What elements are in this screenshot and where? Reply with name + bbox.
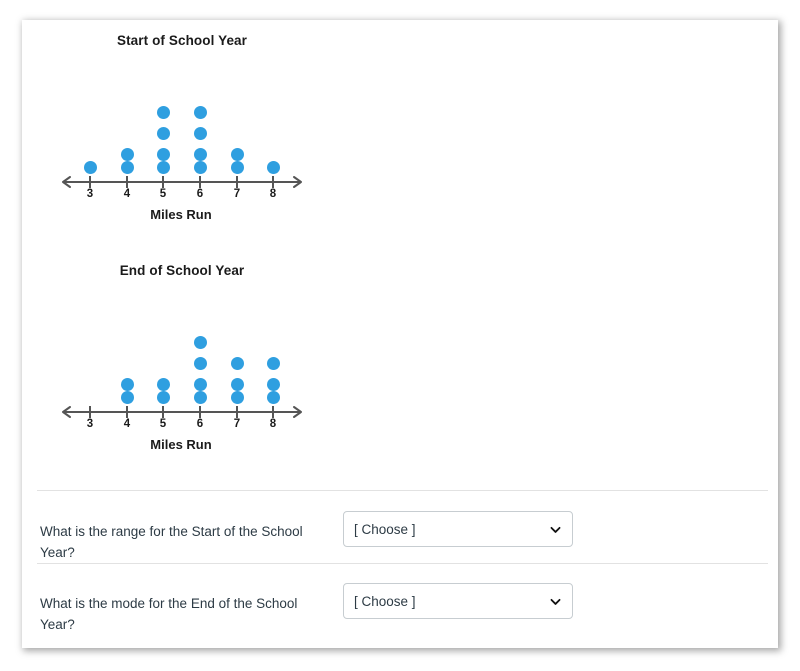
dotplot-dot — [120, 391, 134, 404]
question-prompt: What is the mode for the End of the Scho… — [40, 596, 298, 632]
dotplot-dots-area — [22, 56, 322, 174]
dotplot-column — [151, 98, 175, 174]
dotplot-dot — [120, 148, 134, 161]
dotplot-axis: 3 4 5 6 7 8 — [22, 174, 322, 204]
dotplot-dot — [193, 391, 207, 404]
dotplot-column — [225, 349, 249, 404]
dotplot-dots-area — [22, 286, 322, 404]
axis-tick-label: 4 — [123, 188, 131, 200]
dotplot-dot — [266, 357, 280, 370]
dotplot-dot — [156, 378, 170, 391]
dotplot-title: End of School Year — [119, 263, 245, 278]
dotplot-dot — [266, 161, 280, 174]
axis-tick-label: 5 — [159, 418, 167, 430]
dotplot-dot — [230, 161, 244, 174]
dotplot-x-axis-label: Miles Run — [150, 437, 212, 452]
answer-select-value: [ Choose ] — [354, 593, 416, 609]
dotplot-column — [261, 161, 285, 174]
dotplot-dot — [230, 378, 244, 391]
dotplot-dot — [230, 391, 244, 404]
dotplot-dot — [193, 336, 207, 349]
dotplot-dot — [156, 106, 170, 119]
dotplot-dot — [193, 148, 207, 161]
axis-tick-label: 5 — [159, 188, 167, 200]
dotplot-column — [188, 98, 212, 174]
dotplot-dot — [120, 378, 134, 391]
dotplot-title: Start of School Year — [116, 33, 248, 48]
dotplot-column — [188, 328, 212, 404]
question-prompt: What is the range for the Start of the S… — [40, 524, 303, 560]
dotplot-dot — [193, 378, 207, 391]
dotplot-dot — [193, 161, 207, 174]
axis-tick-labels: 3 4 5 6 7 8 — [22, 188, 322, 204]
dotplot-dot — [266, 391, 280, 404]
dotplot-dot — [266, 378, 280, 391]
dotplot-dot — [193, 127, 207, 140]
axis-tick-label: 7 — [233, 418, 241, 430]
dotplot-dot — [230, 148, 244, 161]
content-card: Start of School Year 3 4 5 6 7 8 Miles Run En… — [22, 20, 778, 648]
axis-tick-label: 4 — [123, 418, 131, 430]
dotplot-column — [151, 370, 175, 404]
dotplot-dot — [193, 106, 207, 119]
answer-select-mode[interactable]: [ Choose ] — [343, 583, 573, 619]
dotplot-dot — [156, 391, 170, 404]
dotplot-column — [78, 161, 102, 174]
axis-tick-label: 8 — [269, 418, 277, 430]
answer-select-value: [ Choose ] — [354, 521, 416, 537]
dotplot-column — [115, 140, 139, 174]
dotplot-dot — [156, 127, 170, 140]
dotplot-column — [225, 140, 249, 174]
dotplot-dot — [193, 357, 207, 370]
axis-tick-label: 8 — [269, 188, 277, 200]
dotplot-dot — [230, 357, 244, 370]
dotplot-column — [115, 370, 139, 404]
question-row-range: What is the range for the Start of the S… — [40, 511, 768, 563]
page-root: Start of School Year 3 4 5 6 7 8 Miles Run En… — [0, 0, 800, 671]
question-divider-middle — [37, 563, 768, 564]
question-row-mode: What is the mode for the End of the Scho… — [40, 583, 768, 635]
axis-tick-label: 6 — [196, 418, 204, 430]
dotplot-axis: 3 4 5 6 7 8 — [22, 404, 322, 434]
chevron-down-icon — [550, 598, 561, 605]
dotplot-column — [261, 349, 285, 404]
dotplot-start-of-school-year: Start of School Year 3 4 5 6 7 8 Miles Run — [22, 32, 322, 222]
axis-tick-labels: 3 4 5 6 7 8 — [22, 418, 322, 434]
dotplot-x-axis-label: Miles Run — [150, 207, 212, 222]
axis-tick-label: 7 — [233, 188, 241, 200]
dotplot-dot — [156, 148, 170, 161]
chevron-down-icon — [550, 526, 561, 533]
dotplot-dot — [83, 161, 97, 174]
dotplot-dot — [120, 161, 134, 174]
axis-tick-label: 6 — [196, 188, 204, 200]
axis-tick-label: 3 — [86, 418, 94, 430]
dotplot-end-of-school-year: End of School Year 3 4 5 6 7 8 Miles Run — [22, 262, 322, 452]
question-divider-top — [37, 490, 768, 491]
axis-tick-label: 3 — [86, 188, 94, 200]
dotplot-dot — [156, 161, 170, 174]
answer-select-range[interactable]: [ Choose ] — [343, 511, 573, 547]
